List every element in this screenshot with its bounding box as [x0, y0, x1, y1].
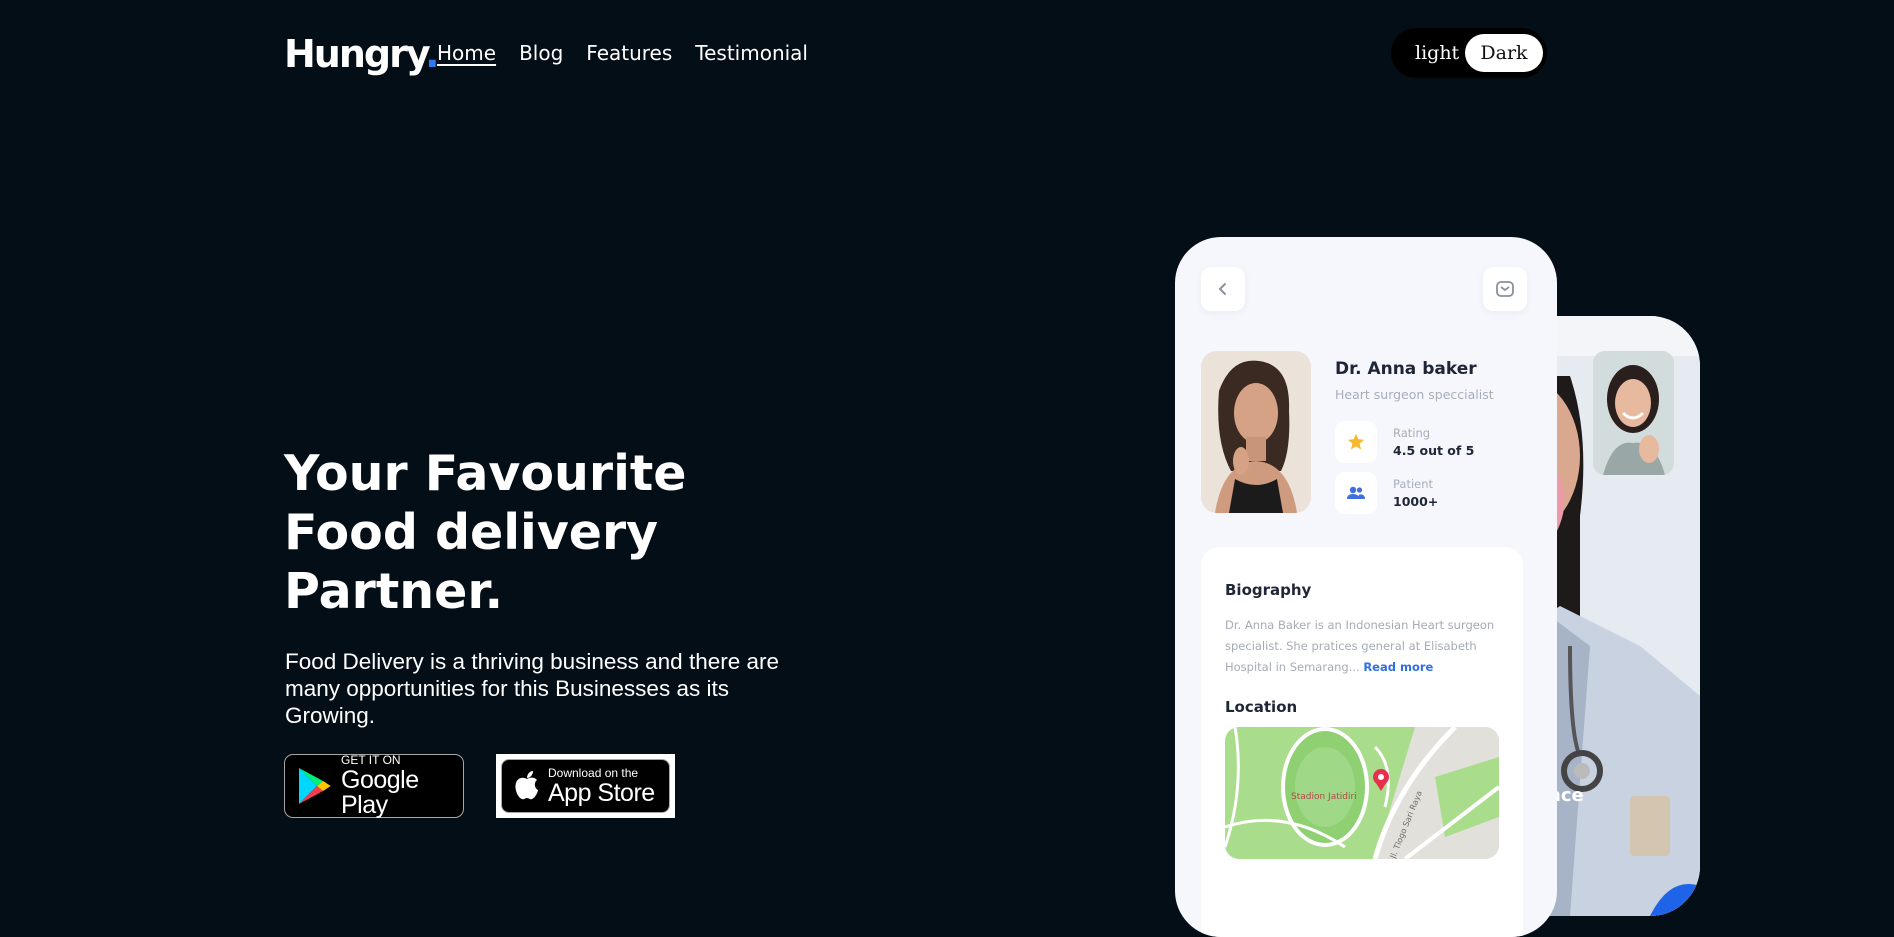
biography-body: Dr. Anna Baker is an Indonesian Heart su…: [1225, 618, 1495, 674]
google-play-small-text: GET IT ON: [341, 753, 401, 767]
hero-title-line: Partner.: [284, 563, 504, 620]
nav-testimonial[interactable]: Testimonial: [695, 38, 808, 68]
theme-toggle[interactable]: light Dark: [1391, 28, 1547, 78]
message-icon[interactable]: [1483, 267, 1527, 311]
brand-name: Hungry: [284, 32, 427, 76]
chevron-left-icon[interactable]: [1201, 267, 1245, 311]
rating-label: Rating: [1393, 426, 1431, 440]
phone-mockup-front: Dr. Anna baker Heart surgeon speccialist…: [1175, 237, 1557, 937]
rating-value: 4.5 out of 5: [1393, 443, 1475, 458]
google-play-icon: [297, 766, 331, 806]
patient-value: 1000+: [1393, 494, 1439, 509]
app-store-button[interactable]: Download on the App Store: [496, 754, 675, 818]
patient-label: Patient: [1393, 477, 1434, 491]
nav-features[interactable]: Features: [586, 38, 672, 68]
hero-title-line: Food delivery: [284, 504, 659, 561]
map-place-label: Stadion Jatidiri: [1291, 792, 1357, 802]
brand-logo[interactable]: Hungry.: [284, 30, 440, 78]
hero-title: Your Favourite Food delivery Partner.: [284, 444, 804, 621]
nav-home[interactable]: Home: [437, 38, 496, 68]
doctor-photo: [1201, 351, 1311, 513]
apple-icon: [514, 770, 540, 802]
nav-blog[interactable]: Blog: [519, 38, 563, 68]
location-map[interactable]: Stadion Jatidiri Jl. Tlogo Sari Raya: [1225, 727, 1499, 859]
hero-subtitle: Food Delivery is a thriving business and…: [285, 649, 780, 728]
doctor-specialty: Heart surgeon speccialist: [1335, 387, 1494, 402]
main-nav: Home Blog Features Testimonial: [437, 38, 808, 68]
location-title: Location: [1225, 698, 1298, 716]
app-store-big-text: App Store: [548, 778, 655, 807]
doctor-avatar-small: [1593, 351, 1674, 475]
google-play-big-text: Google Play: [341, 766, 419, 819]
app-store-small-text: Download on the: [548, 765, 639, 780]
biography-text: Dr. Anna Baker is an Indonesian Heart su…: [1225, 615, 1505, 678]
users-icon: [1335, 472, 1377, 514]
theme-light-option[interactable]: light: [1415, 42, 1459, 64]
theme-dark-option[interactable]: Dark: [1465, 34, 1543, 72]
info-card: Biography Dr. Anna Baker is an Indonesia…: [1201, 547, 1523, 937]
doctor-name: Dr. Anna baker: [1335, 359, 1477, 379]
star-icon: [1335, 421, 1377, 463]
brand-dot: .: [425, 32, 440, 76]
hero-title-line: Your Favourite: [284, 445, 687, 502]
biography-title: Biography: [1225, 581, 1312, 599]
read-more-link[interactable]: Read more: [1363, 660, 1433, 674]
google-play-button[interactable]: GET IT ON Google Play: [284, 754, 464, 818]
